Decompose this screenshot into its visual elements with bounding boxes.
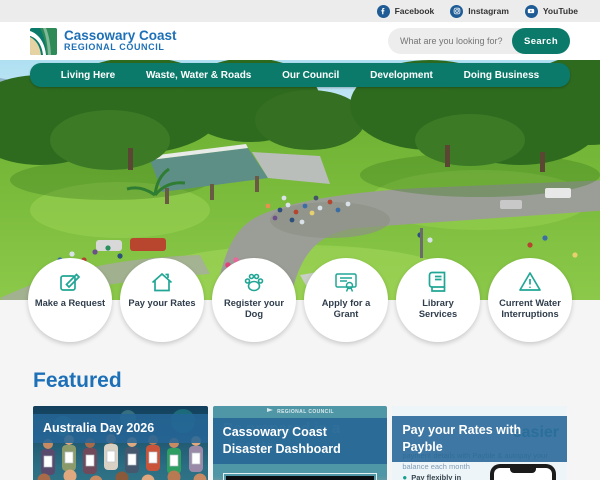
- flag-text: REGIONAL COUNCIL: [277, 409, 334, 415]
- instagram-link[interactable]: Instagram: [450, 4, 509, 18]
- council-logo-icon: [30, 27, 57, 55]
- youtube-label: YouTube: [542, 6, 578, 16]
- disaster-url: disaster.cassowarycoast.qld.gov.au: [225, 476, 375, 480]
- warning-triangle-icon: [519, 272, 541, 291]
- social-topbar: Facebook Instagram YouTube: [0, 0, 600, 22]
- site-search: Search: [388, 28, 570, 54]
- card-title: Cassowary Coast Disaster Dashboard: [212, 418, 388, 464]
- quick-link-make-a-request[interactable]: Make a Request: [28, 258, 112, 342]
- quick-link-pay-your-rates[interactable]: Pay your Rates: [120, 258, 204, 342]
- featured-section: Featured Australia Day 2026 REGIONAL COU…: [0, 369, 600, 480]
- phone-screen: Cassowary Coast REGIONAL COUNCIL: [494, 468, 553, 480]
- instagram-label: Instagram: [468, 6, 509, 16]
- nav-waste-water-roads[interactable]: Waste, Water & Roads: [146, 70, 251, 81]
- quick-link-register-your-dog[interactable]: Register your Dog: [212, 258, 296, 342]
- payble-bullet-text: Pay flexibly in weekly, fortnightly or m…: [411, 473, 462, 480]
- card-title: Pay your Rates with Payble: [392, 416, 568, 462]
- council-logo[interactable]: Cassowary Coast REGIONAL COUNCIL: [30, 27, 177, 55]
- disaster-url-frame: disaster.cassowarycoast.qld.gov.au: [222, 473, 378, 480]
- nav-doing-business[interactable]: Doing Business: [464, 70, 540, 81]
- instagram-icon: [450, 4, 464, 18]
- grant-certificate-icon: [335, 273, 357, 292]
- quick-link-apply-for-a-grant[interactable]: Apply for a Grant: [304, 258, 388, 342]
- facebook-link[interactable]: Facebook: [376, 4, 435, 18]
- payble-phone-mockup: Cassowary Coast REGIONAL COUNCIL: [490, 464, 557, 480]
- card-title: Australia Day 2026: [33, 414, 208, 443]
- search-button[interactable]: Search: [512, 28, 570, 54]
- site-header: Cassowary Coast REGIONAL COUNCIL Search: [0, 22, 600, 60]
- logo-text-line1: Cassowary Coast: [64, 27, 177, 43]
- quick-link-label: Register your Dog: [224, 298, 284, 320]
- edit-icon: [60, 273, 81, 291]
- payble-bullet-item: ● Pay flexibly in weekly, fortnightly or…: [402, 472, 480, 480]
- featured-cards-row: Australia Day 2026 REGIONAL COUNCIL Be p…: [33, 406, 568, 480]
- phone-notch-icon: [510, 468, 537, 473]
- nav-our-council[interactable]: Our Council: [282, 70, 339, 81]
- logo-text-line2: REGIONAL COUNCIL: [64, 42, 165, 53]
- main-navigation: Living Here Waste, Water & Roads Our Cou…: [30, 63, 570, 87]
- quick-link-label: Make a Request: [34, 298, 106, 308]
- facebook-icon: [376, 4, 390, 18]
- card-disaster-dashboard[interactable]: REGIONAL COUNCIL Be prepared in a disast…: [212, 406, 388, 480]
- search-input[interactable]: [388, 28, 524, 54]
- quick-link-current-water-interruptions[interactable]: Current Water Interruptions: [488, 258, 572, 342]
- home-icon: [151, 272, 173, 292]
- quick-link-label: Current Water Interruptions: [499, 298, 561, 320]
- youtube-link[interactable]: YouTube: [524, 4, 578, 18]
- quick-link-label: Pay your Rates: [128, 298, 196, 308]
- nav-living-here[interactable]: Living Here: [61, 70, 115, 81]
- card-pay-rates-payble[interactable]: easier payment details with Payble & aut…: [392, 406, 568, 480]
- facebook-label: Facebook: [394, 6, 435, 16]
- book-icon: [428, 271, 446, 292]
- quick-link-label: Library Services: [418, 298, 458, 320]
- nav-development[interactable]: Development: [370, 70, 433, 81]
- bullet-dot-icon: ●: [402, 473, 408, 480]
- council-flag: REGIONAL COUNCIL: [213, 408, 388, 416]
- quick-link-label: Apply for a Grant: [321, 298, 371, 320]
- paw-icon: [244, 273, 264, 292]
- youtube-icon: [524, 4, 538, 18]
- quick-link-library-services[interactable]: Library Services: [396, 258, 480, 342]
- card-australia-day[interactable]: Australia Day 2026: [33, 406, 208, 480]
- quick-links-row: Make a Request Pay your Rates Register y…: [28, 258, 572, 342]
- featured-heading: Featured: [33, 369, 122, 392]
- flag-icon: [267, 408, 274, 416]
